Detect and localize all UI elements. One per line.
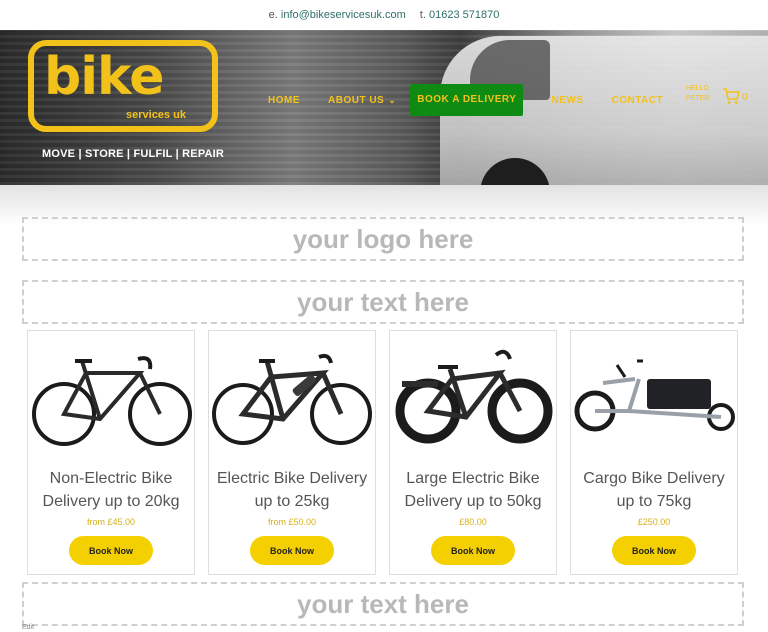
book-now-button[interactable]: Book Now [431, 536, 515, 565]
logo-placeholder-text: your logo here [292, 223, 474, 254]
product-title: Large Electric Bike Delivery up to 50kg [404, 470, 542, 510]
main-nav: HOME ABOUT US ⌄ BOOK A DELIVERY NEWS CONT… [268, 84, 691, 116]
product-title: Cargo Bike Delivery up to 75kg [583, 470, 725, 510]
product-price: from £50.00 [267, 517, 317, 527]
site-logo[interactable]: bike services uk MOVE | STORE | FULFIL |… [28, 40, 224, 168]
road-bike-icon [32, 356, 192, 446]
product-grid: Non-Electric Bike Delivery up to 20kg fr… [27, 330, 739, 575]
phone-prefix: t. [419, 9, 426, 21]
logo-wordmark: bike [44, 47, 164, 107]
product-card: Large Electric Bike Delivery up to 50kg … [389, 330, 557, 575]
edit-link[interactable]: Edit [22, 624, 34, 631]
contact-bar: e. info@bikeservicesuk.com t. 01623 5718… [0, 0, 768, 30]
product-price: £80.00 [459, 517, 487, 527]
nav-about-label: ABOUT US [328, 94, 385, 106]
book-a-delivery-button[interactable]: BOOK A DELIVERY [410, 84, 524, 116]
product-price: from £45.00 [86, 517, 136, 527]
logo-placeholder[interactable]: your logo here [22, 217, 744, 261]
user-greeting[interactable]: HELLO PETER [686, 84, 709, 104]
phone-link[interactable]: 01623 571870 [429, 9, 499, 21]
chevron-down-icon: ⌄ [388, 94, 397, 105]
ebike-icon [212, 353, 372, 445]
greeting-line-2: PETER [686, 95, 710, 102]
email-link[interactable]: info@bikeservicesuk.com [281, 9, 406, 21]
product-card: Electric Bike Delivery up to 25kg from £… [208, 330, 376, 575]
logo-subtitle: services uk [126, 109, 186, 121]
product-card: Non-Electric Bike Delivery up to 20kg fr… [27, 330, 195, 575]
cargo-bike-icon [574, 359, 735, 432]
email-contact: e. info@bikeservicesuk.com [269, 9, 406, 21]
nav-about-us[interactable]: ABOUT US ⌄ [328, 95, 396, 106]
fat-ebike-icon [395, 349, 553, 444]
text-placeholder-bottom-text: your text here [297, 588, 469, 619]
book-now-button[interactable]: Book Now [69, 536, 153, 565]
nav-home[interactable]: HOME [268, 95, 300, 106]
nav-contact[interactable]: CONTACT [611, 95, 663, 106]
email-prefix: e. [268, 9, 278, 21]
cart-icon[interactable] [722, 87, 740, 105]
text-placeholder-top-text: your text here [297, 286, 469, 317]
text-placeholder-bottom[interactable]: your text here [22, 582, 744, 626]
site-header: bike services uk MOVE | STORE | FULFIL |… [0, 30, 768, 185]
phone-contact: t. 01623 571870 [420, 9, 500, 21]
product-card: Cargo Bike Delivery up to 75kg £250.00 B… [570, 330, 738, 575]
text-placeholder-top[interactable]: your text here [22, 280, 744, 324]
book-now-button[interactable]: Book Now [612, 536, 696, 565]
product-title: Non-Electric Bike Delivery up to 20kg [42, 470, 180, 510]
cart-count: 0 [742, 92, 748, 103]
product-price: £250.00 [637, 517, 671, 527]
nav-news[interactable]: NEWS [551, 95, 583, 106]
book-now-button[interactable]: Book Now [250, 536, 334, 565]
logo-tagline: MOVE | STORE | FULFIL | REPAIR [42, 148, 225, 160]
product-title: Electric Bike Delivery up to 25kg [216, 470, 368, 510]
greeting-line-1: HELLO [686, 85, 709, 92]
